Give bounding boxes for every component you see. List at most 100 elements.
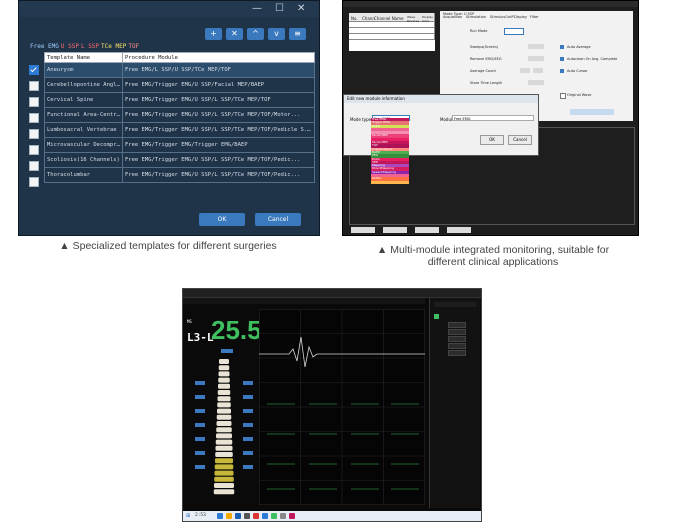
vertebra xyxy=(215,445,233,451)
run-mode-select[interactable] xyxy=(504,28,524,35)
delete-icon[interactable]: ✕ xyxy=(226,28,243,40)
table-row[interactable]: Microvascular Decompr... Free EMG/Trigger… xyxy=(44,137,315,153)
tab-display[interactable]: Display xyxy=(514,15,527,19)
column-header-procedure-module: Procedure Module xyxy=(122,52,315,63)
side-control-input[interactable] xyxy=(448,350,466,356)
ok-button[interactable]: OK xyxy=(199,213,245,226)
tab-stimulus-output[interactable]: StimulusOutP xyxy=(490,15,514,19)
dialog-cancel-button[interactable]: Cancel xyxy=(508,135,532,145)
original-wave-checkbox[interactable] xyxy=(560,93,566,99)
table-row[interactable]: Scoliosis(16 Channels) Free EMG/Trigger E… xyxy=(44,152,315,168)
table-row[interactable]: Cerebellopontine Angl... Free EMG/Trigger… xyxy=(44,77,315,93)
electrode-tag-right xyxy=(243,395,253,399)
side-control-input[interactable] xyxy=(448,322,466,328)
menu-icon[interactable]: ≡ xyxy=(289,28,306,40)
electrode-tag-left xyxy=(195,437,205,441)
electrode-tag-left xyxy=(195,409,205,413)
vertebra xyxy=(218,377,230,383)
vertebra xyxy=(216,427,232,433)
row-checkbox[interactable] xyxy=(29,65,39,75)
apply-button[interactable] xyxy=(570,109,614,115)
taskbar-app-icon[interactable] xyxy=(244,513,250,519)
side-control-input[interactable] xyxy=(448,336,466,342)
row-checkbox[interactable] xyxy=(29,161,39,171)
taskbar-app-icon[interactable] xyxy=(271,513,277,519)
procedure-module-cell: Free EMG/Trigger EMG/Trigger EMG/BAEP xyxy=(122,137,315,153)
bottom-button-3[interactable] xyxy=(415,227,439,233)
taskbar-app-icon[interactable] xyxy=(289,513,295,519)
store-time-input[interactable] xyxy=(528,80,544,85)
move-up-icon[interactable]: ^ xyxy=(247,28,264,40)
template-name-cell: Thoracolumbar xyxy=(44,167,123,183)
maximize-icon[interactable]: ☐ xyxy=(275,3,284,15)
big-value: 25.5 xyxy=(211,315,262,345)
col-channel-name: Channel Name xyxy=(374,16,404,21)
electrode-tag-left xyxy=(195,381,205,385)
average-count-input-2[interactable] xyxy=(533,68,543,73)
template-name-cell: Aneurysm xyxy=(44,62,123,78)
setting-auto-average[interactable]: Auto Average xyxy=(567,45,591,49)
electrode-tag-right xyxy=(243,465,253,469)
auto-cursor-checkbox[interactable] xyxy=(560,69,564,73)
table-row[interactable]: Cervical Spine Free EMG/Trigger EMG/U SSP… xyxy=(44,92,315,108)
autoclean-checkbox[interactable] xyxy=(560,57,564,61)
remove-emg-input[interactable] xyxy=(528,56,544,61)
vertebra xyxy=(216,433,232,439)
vertebra xyxy=(217,402,231,408)
row-checkbox[interactable] xyxy=(29,113,39,123)
move-down-icon[interactable]: v xyxy=(268,28,285,40)
mode-type-dropdown[interactable]: Free EMG Trigger EMG SSEP Facial MEP Facial … xyxy=(371,118,409,184)
electrode-tag-right xyxy=(243,409,253,413)
setting-original-wave[interactable]: Original Wave xyxy=(567,93,591,97)
vertebra xyxy=(215,439,233,445)
minimize-icon[interactable]: — xyxy=(252,3,262,15)
sweeps-input[interactable] xyxy=(528,44,544,49)
setting-auto-cursor[interactable]: Auto Cursor xyxy=(567,69,588,73)
bottom-button-4[interactable] xyxy=(447,227,471,233)
side-control-input[interactable] xyxy=(448,343,466,349)
taskbar-app-icon[interactable] xyxy=(280,513,286,519)
tab-filter[interactable]: Filter xyxy=(530,15,539,19)
table-row[interactable]: Aneurysm Free EMG/L SSP/U SSP/TCe MEP/TOF xyxy=(44,62,315,78)
caption-multimodule: ▲ Multi-module integrated monitoring, su… xyxy=(338,244,648,268)
table-row[interactable]: Lumbosacral Vertebrae Free EMG/Trigger EM… xyxy=(44,122,315,138)
row-checkbox[interactable] xyxy=(29,97,39,107)
row-checkbox[interactable] xyxy=(29,81,39,91)
bottom-button-2[interactable] xyxy=(383,227,407,233)
add-icon[interactable]: + xyxy=(205,28,222,40)
auto-average-checkbox[interactable] xyxy=(560,45,564,49)
row-checkbox[interactable] xyxy=(29,145,39,155)
tab-acquisition[interactable]: Acquisition xyxy=(443,15,462,19)
tab-stimulation[interactable]: Stimulation xyxy=(466,15,486,19)
side-control-input[interactable] xyxy=(448,329,466,335)
status-indicator xyxy=(434,314,439,319)
vertebra xyxy=(213,489,235,495)
taskbar-app-icon[interactable] xyxy=(226,513,232,519)
dropdown-option[interactable] xyxy=(371,180,409,184)
taskbar-app-icon[interactable] xyxy=(235,513,241,519)
electrode-tag-right xyxy=(243,423,253,427)
row-checkbox[interactable] xyxy=(29,177,39,187)
module-legend: Free EMG U SSP L SSP TCe MEP TOF xyxy=(29,43,140,51)
table-row[interactable]: Functional Area-Centr... Free EMG/Trigger… xyxy=(44,107,315,123)
side-tabs[interactable] xyxy=(434,302,476,307)
start-icon[interactable]: ⊞ xyxy=(186,513,190,519)
taskbar-app-icon[interactable] xyxy=(262,513,268,519)
electrode-tag-left xyxy=(195,395,205,399)
setting-autoclean[interactable]: Autoclean On Avg. Complete xyxy=(567,57,631,61)
taskbar-app-icon[interactable] xyxy=(217,513,223,519)
average-count-input[interactable] xyxy=(520,68,530,73)
procedure-module-cell: Free EMG/Trigger EMG/U SSP/L SSP/TCe MEP… xyxy=(122,152,315,168)
bottom-button-1[interactable] xyxy=(351,227,375,233)
electrode-tag-right xyxy=(243,437,253,441)
module-name-input[interactable]: Free EMG xyxy=(452,115,534,121)
cancel-button[interactable]: Cancel xyxy=(255,213,301,226)
electrode-tag-left xyxy=(195,451,205,455)
electrode-tag-right xyxy=(243,451,253,455)
dialog-ok-button[interactable]: OK xyxy=(480,135,504,145)
table-row[interactable]: Thoracolumbar Free EMG/Trigger EMG/U SSP/… xyxy=(44,167,315,183)
row-checkbox[interactable] xyxy=(29,129,39,139)
taskbar-app-icon[interactable] xyxy=(253,513,259,519)
vertebra xyxy=(214,476,234,482)
close-icon[interactable]: ✕ xyxy=(297,3,305,15)
